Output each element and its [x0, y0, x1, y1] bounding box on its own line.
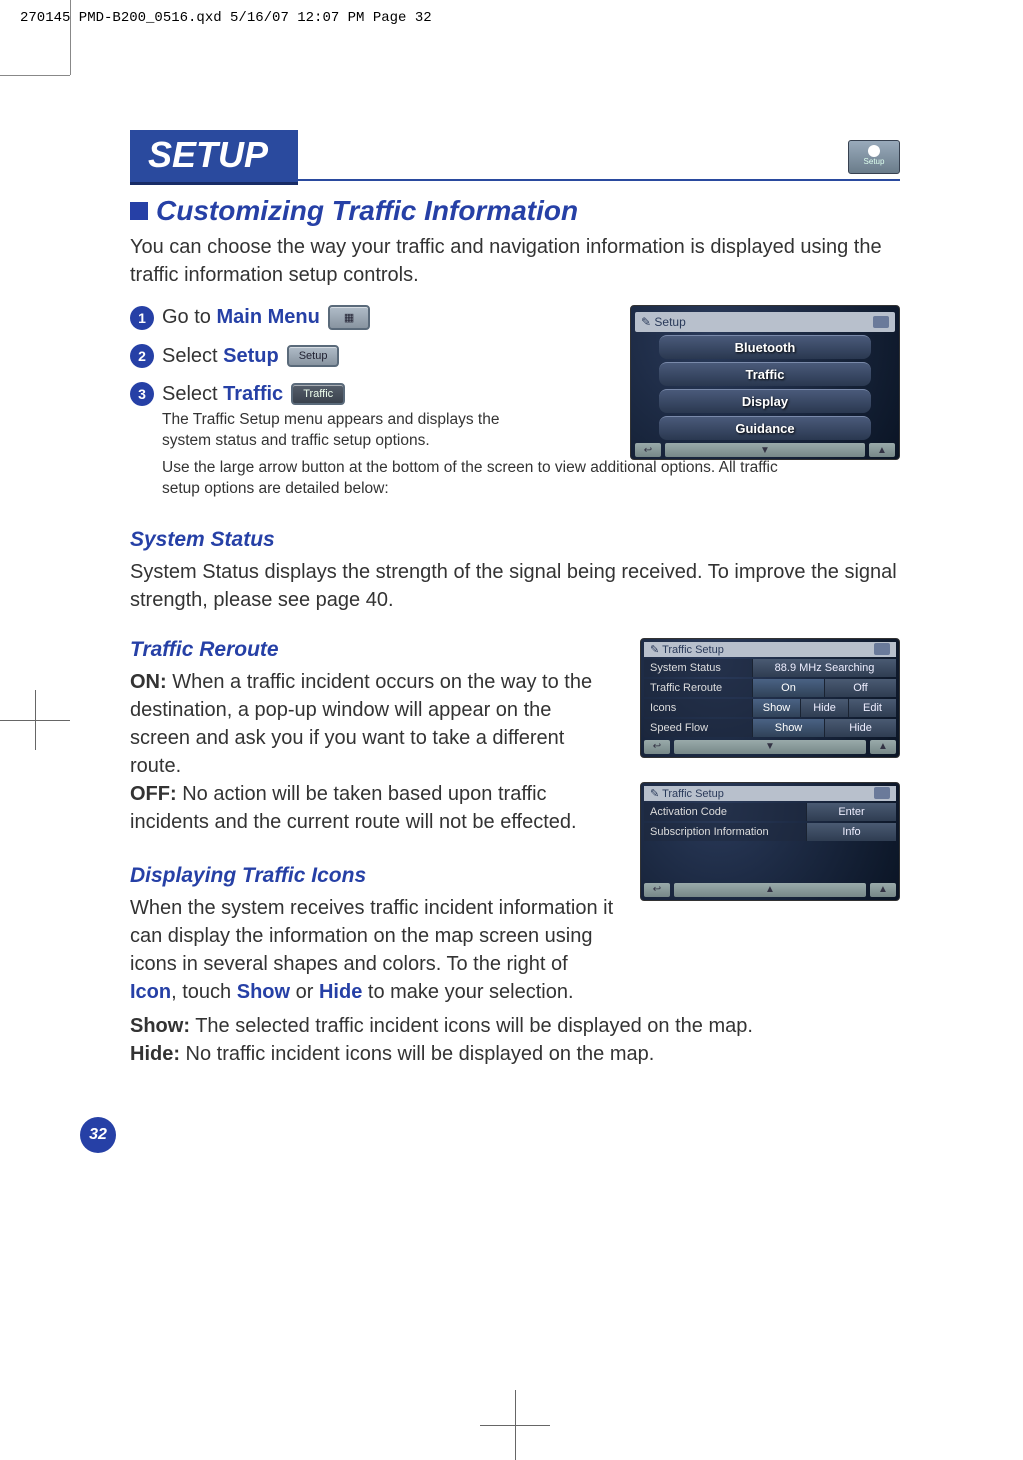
subscription-info-button: Info: [806, 823, 896, 841]
traffic-inline-button: Traffic: [291, 383, 345, 405]
step-1: 1 Go to Main Menu ▦: [130, 305, 550, 330]
page-chapter-title: SETUP: [130, 130, 298, 185]
off-label: OFF:: [130, 783, 177, 805]
row-label: Speed Flow: [644, 719, 752, 737]
scroll-indicator-icon: ▲: [869, 443, 895, 457]
screen-title-bar: ✎ Traffic Setup: [644, 786, 896, 801]
row-label: Icons: [644, 699, 752, 717]
setup-icon: Setup: [848, 140, 900, 174]
text: to make your selection.: [362, 981, 573, 1003]
step-number-badge: 1: [130, 306, 154, 330]
menu-item-bluetooth: Bluetooth: [659, 335, 871, 359]
step-text: Select Traffic: [162, 383, 283, 406]
body-text: Show: The selected traffic incident icon…: [130, 1012, 900, 1068]
step-text: Go to Main Menu: [162, 306, 320, 329]
keyword-show: Show: [237, 981, 290, 1003]
step-note: Use the large arrow button at the bottom…: [162, 458, 802, 500]
speedflow-show-button: Show: [752, 719, 824, 737]
screen-title-bar: ✎ Setup: [635, 312, 895, 332]
screen-title: ✎ Traffic Setup: [650, 643, 724, 656]
icons-edit-button: Edit: [848, 699, 896, 717]
text: , touch: [171, 981, 237, 1003]
intro-text: You can choose the way your traffic and …: [130, 233, 900, 289]
step-number-badge: 3: [130, 382, 154, 406]
traffic-setup-screenshot-1: ✎ Traffic Setup System Status 88.9 MHz S…: [640, 638, 900, 758]
heading-system-status: System Status: [130, 528, 900, 552]
row-label: Activation Code: [644, 803, 806, 821]
step-prefix: Select: [162, 345, 223, 367]
grid-icon: [874, 787, 890, 799]
row-label: Subscription Information: [644, 823, 806, 841]
main-menu-icon-button: ▦: [328, 305, 370, 330]
keyword-icon: Icon: [130, 981, 171, 1003]
off-text: No action will be taken based upon traff…: [130, 783, 577, 833]
on-label: ON:: [130, 671, 167, 693]
arrow-up-icon: ▲: [674, 883, 866, 897]
row-label: System Status: [644, 659, 752, 677]
heading-displaying-icons: Displaying Traffic Icons: [130, 864, 616, 888]
text: When the system receives traffic inciden…: [130, 897, 613, 975]
icons-hide-button: Hide: [800, 699, 848, 717]
body-text: System Status displays the strength of t…: [130, 558, 900, 614]
print-meta: 270145 PMD-B200_0516.qxd 5/16/07 12:07 P…: [20, 10, 432, 26]
show-label: Show:: [130, 1015, 190, 1037]
setup-inline-button: Setup: [287, 345, 340, 367]
step-text: Select Setup: [162, 345, 279, 368]
step-prefix: Go to: [162, 306, 216, 328]
step-keyword: Setup: [223, 345, 279, 367]
screen-title-bar: ✎ Traffic Setup: [644, 642, 896, 657]
screen-title: ✎ Setup: [641, 315, 686, 329]
step-note: The Traffic Setup menu appears and displ…: [162, 410, 552, 452]
heading-traffic-reroute: Traffic Reroute: [130, 638, 616, 662]
activation-enter-button: Enter: [806, 803, 896, 821]
arrow-down-icon: ▼: [665, 443, 865, 457]
step-2: 2 Select Setup Setup: [130, 344, 550, 368]
menu-item-display: Display: [659, 389, 871, 413]
banner-icon-wrap: Setup: [848, 135, 900, 181]
scroll-indicator-icon: ▲: [870, 740, 896, 754]
arrow-down-icon: ▼: [674, 740, 866, 754]
traffic-setup-screenshot-2: ✎ Traffic Setup Activation Code Enter Su…: [640, 782, 900, 901]
step-keyword: Main Menu: [216, 306, 319, 328]
hide-label: Hide:: [130, 1043, 180, 1065]
show-text: The selected traffic incident icons will…: [190, 1015, 753, 1037]
text: or: [290, 981, 319, 1003]
crop-mark: [0, 75, 70, 76]
icons-show-button: Show: [752, 699, 800, 717]
step-3: 3 Select Traffic Traffic: [130, 382, 550, 406]
grid-icon: [873, 316, 889, 328]
speedflow-hide-button: Hide: [824, 719, 896, 737]
step-keyword: Traffic: [223, 383, 283, 405]
reroute-on-button: On: [752, 679, 824, 697]
menu-item-guidance: Guidance: [659, 416, 871, 440]
scroll-indicator-icon: ▲: [870, 883, 896, 897]
keyword-hide: Hide: [319, 981, 362, 1003]
section-title: Customizing Traffic Information: [156, 195, 578, 227]
body-text: ON: When a traffic incident occurs on th…: [130, 668, 616, 836]
square-bullet-icon: [130, 202, 148, 220]
menu-item-traffic: Traffic: [659, 362, 871, 386]
body-text: When the system receives traffic inciden…: [130, 894, 616, 1006]
reroute-off-button: Off: [824, 679, 896, 697]
back-icon: ↩: [644, 740, 670, 754]
setup-device-screenshot: ✎ Setup Bluetooth Traffic Display Guidan…: [630, 305, 900, 460]
row-label: Traffic Reroute: [644, 679, 752, 697]
page-banner: SETUP Setup: [130, 130, 900, 185]
step-number-badge: 2: [130, 344, 154, 368]
page-number: 32: [80, 1117, 116, 1153]
back-icon: ↩: [644, 883, 670, 897]
grid-icon: [874, 643, 890, 655]
crop-mark: [70, 0, 71, 75]
back-icon: ↩: [635, 443, 661, 457]
screen-title: ✎ Traffic Setup: [650, 787, 724, 800]
hide-text: No traffic incident icons will be displa…: [180, 1043, 654, 1065]
on-text: When a traffic incident occurs on the wa…: [130, 671, 592, 777]
system-status-value: 88.9 MHz Searching: [752, 659, 896, 677]
banner-rule: [298, 135, 848, 181]
crop-mark: [35, 690, 36, 750]
step-prefix: Select: [162, 383, 223, 405]
